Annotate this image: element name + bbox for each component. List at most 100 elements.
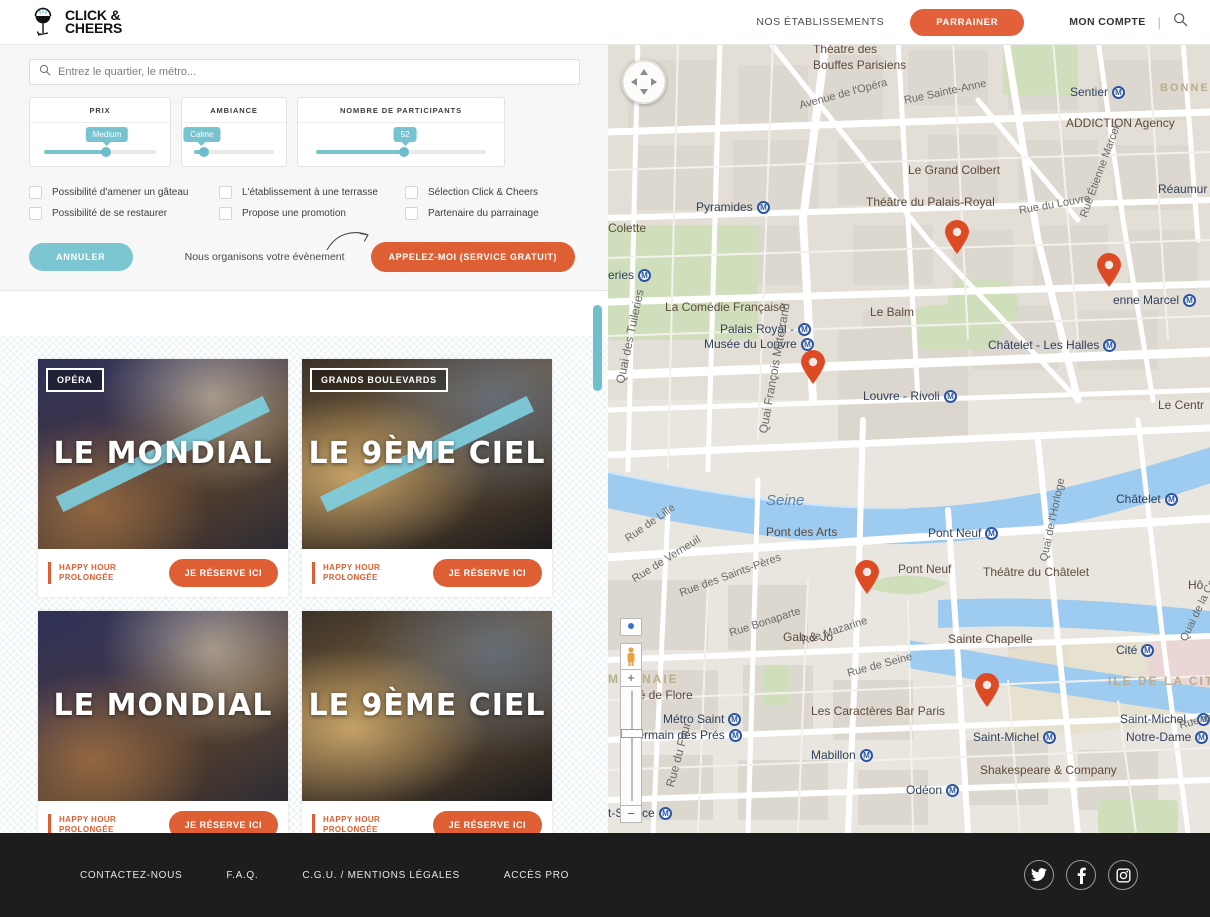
cancel-button[interactable]: ANNULER — [29, 243, 133, 271]
pan-compass-icon[interactable] — [622, 60, 666, 104]
card-title: LE 9ÈME CIEL — [308, 435, 546, 471]
card-photo[interactable]: OPÉRA LE MONDIAL — [38, 359, 288, 549]
slider-title: PRIX — [30, 98, 170, 123]
card-neighborhood-badge: GRANDS BOULEVARDS — [310, 368, 448, 392]
establishment-card[interactable]: LE 9ÈME CIEL HAPPY HOUR PROLONGÉE JE RÉS… — [302, 611, 552, 833]
call-me-button[interactable]: APPELEZ-MOI (SERVICE GRATUIT) — [370, 242, 576, 272]
twitter-icon[interactable] — [1024, 860, 1054, 890]
left-panel: PRIX Medium AMBIANCE Calme — [0, 45, 608, 833]
slider-fill — [316, 150, 405, 154]
sliders-row: PRIX Medium AMBIANCE Calme NOMBRE DE PAR… — [29, 97, 579, 167]
checkbox-sponsor[interactable]: Partenaire du parrainage — [405, 203, 580, 224]
checkbox-label: Possibilité de se restaurer — [52, 208, 168, 219]
card-promo-text: HAPPY HOUR PROLONGÉE — [59, 815, 116, 833]
establishment-card[interactable]: OPÉRA LE MONDIAL HAPPY HOUR PROLONGÉE JE… — [38, 359, 288, 597]
card-neighborhood-badge: OPÉRA — [46, 368, 104, 392]
checkbox-box[interactable] — [219, 207, 232, 220]
footer-link-pro[interactable]: ACCÈS PRO — [504, 870, 569, 881]
promo-line-2: PROLONGÉE — [59, 825, 114, 833]
promo-line-2: PROLONGÉE — [323, 825, 378, 833]
promo-accent-bar — [312, 562, 315, 584]
slider-track[interactable] — [316, 147, 486, 157]
card-photo[interactable]: LE 9ÈME CIEL — [302, 611, 552, 801]
book-button[interactable]: JE RÉSERVE ICI — [168, 811, 278, 833]
search-input[interactable] — [58, 66, 570, 78]
promo-line-1: HAPPY HOUR — [59, 815, 117, 824]
search-icon[interactable] — [1173, 12, 1188, 32]
checkbox-box[interactable] — [29, 186, 42, 199]
footer-link-legal[interactable]: C.G.U. / MENTIONS LÉGALES — [302, 870, 460, 881]
facebook-icon[interactable] — [1066, 860, 1096, 890]
social-links — [1024, 860, 1138, 890]
checkbox-promo[interactable]: Propose une promotion — [219, 203, 405, 224]
logo-line-2: CHEERS — [65, 20, 123, 36]
filter-slider-prix[interactable]: PRIX Medium — [29, 97, 171, 167]
zoom-slider-handle[interactable] — [621, 729, 643, 738]
map-canvas — [608, 40, 1210, 833]
card-promo-text: HAPPY HOUR PROLONGÉE — [323, 563, 380, 583]
checkbox-selection[interactable]: Sélection Click & Cheers — [405, 182, 580, 203]
instagram-icon[interactable] — [1108, 860, 1138, 890]
search-field[interactable] — [29, 59, 580, 85]
card-promo-text: HAPPY HOUR PROLONGÉE — [59, 563, 116, 583]
parrainer-button[interactable]: PARRAINER — [910, 8, 1025, 36]
checkbox-cake[interactable]: Possibilité d'amener un gâteau — [29, 182, 219, 203]
map-zoom-controls[interactable]: + − — [620, 618, 643, 823]
slider-knob[interactable] — [399, 147, 410, 157]
zoom-in-button[interactable]: + — [620, 669, 642, 687]
nav-establishments-link[interactable]: NOS ÉTABLISSEMENTS — [756, 16, 884, 28]
nav-account-link[interactable]: MON COMPTE — [1069, 16, 1145, 28]
promo-line-2: PROLONGÉE — [59, 573, 114, 582]
slider-title: NOMBRE DE PARTICIPANTS — [298, 98, 504, 123]
checkbox-label: L'établissement à une terrasse — [242, 187, 378, 198]
card-footer: HAPPY HOUR PROLONGÉE JE RÉSERVE ICI — [38, 549, 288, 597]
map-panel[interactable]: Théatre des Bouffes Parisiens Sentier M BONN… — [608, 40, 1210, 833]
card-photo[interactable]: LE MONDIAL — [38, 611, 288, 801]
card-photo[interactable]: GRANDS BOULEVARDS LE 9ÈME CIEL — [302, 359, 552, 549]
header-nav: NOS ÉTABLISSEMENTS PARRAINER MON COMPTE … — [756, 8, 1188, 36]
cards-grid: OPÉRA LE MONDIAL HAPPY HOUR PROLONGÉE JE… — [0, 336, 608, 833]
filter-checkbox-grid: Possibilité d'amener un gâteau L'établis… — [29, 182, 579, 224]
filter-slider-participants[interactable]: NOMBRE DE PARTICIPANTS 52 — [297, 97, 505, 167]
search-icon — [39, 63, 51, 81]
cards-scrollbar-track[interactable] — [593, 296, 602, 826]
slider-fill — [44, 150, 106, 154]
site-header: CLICK & CHEERS NOS ÉTABLISSEMENTS PARRAI… — [0, 0, 1210, 45]
footer-link-contact[interactable]: CONTACTEZ-NOUS — [80, 870, 182, 881]
zoom-slider[interactable] — [620, 687, 643, 805]
logo-text: CLICK & CHEERS — [65, 8, 123, 36]
slider-track[interactable] — [194, 147, 274, 157]
card-title: LE 9ÈME CIEL — [308, 687, 546, 723]
card-title: LE MONDIAL — [53, 435, 273, 471]
checkbox-box[interactable] — [405, 207, 418, 220]
checkbox-box[interactable] — [405, 186, 418, 199]
book-button[interactable]: JE RÉSERVE ICI — [168, 559, 278, 587]
checkbox-terrace[interactable]: L'établissement à une terrasse — [219, 182, 405, 203]
checkbox-food[interactable]: Possibilité de se restaurer — [29, 203, 219, 224]
promo-line-1: HAPPY HOUR — [59, 563, 117, 572]
promo-accent-bar — [48, 562, 51, 584]
my-location-icon[interactable] — [620, 618, 642, 636]
slider-value-bubble: 52 — [393, 127, 417, 146]
book-button[interactable]: JE RÉSERVE ICI — [432, 811, 542, 833]
promo-line-1: HAPPY HOUR — [323, 815, 381, 824]
checkbox-label: Sélection Click & Cheers — [428, 187, 539, 198]
slider-track[interactable] — [44, 147, 156, 157]
card-footer: HAPPY HOUR PROLONGÉE JE RÉSERVE ICI — [302, 549, 552, 597]
establishment-card[interactable]: LE MONDIAL HAPPY HOUR PROLONGÉE JE RÉSER… — [38, 611, 288, 833]
checkbox-label: Propose une promotion — [242, 208, 346, 219]
slider-knob[interactable] — [198, 147, 209, 157]
checkbox-box[interactable] — [219, 186, 232, 199]
card-footer: HAPPY HOUR PROLONGÉE JE RÉSERVE ICI — [38, 801, 288, 833]
slider-knob[interactable] — [100, 147, 111, 157]
book-button[interactable]: JE RÉSERVE ICI — [432, 559, 542, 587]
checkbox-box[interactable] — [29, 207, 42, 220]
cards-scrollbar-thumb[interactable] — [593, 305, 602, 391]
logo[interactable]: CLICK & CHEERS — [30, 5, 122, 39]
footer-link-faq[interactable]: F.A.Q. — [226, 870, 258, 881]
filter-slider-ambiance[interactable]: AMBIANCE Calme — [181, 97, 287, 167]
promo-line-2: PROLONGÉE — [323, 573, 378, 582]
zoom-out-button[interactable]: − — [620, 805, 642, 823]
establishment-card[interactable]: GRANDS BOULEVARDS LE 9ÈME CIEL HAPPY HOU… — [302, 359, 552, 597]
street-view-pegman-icon[interactable] — [620, 643, 642, 669]
